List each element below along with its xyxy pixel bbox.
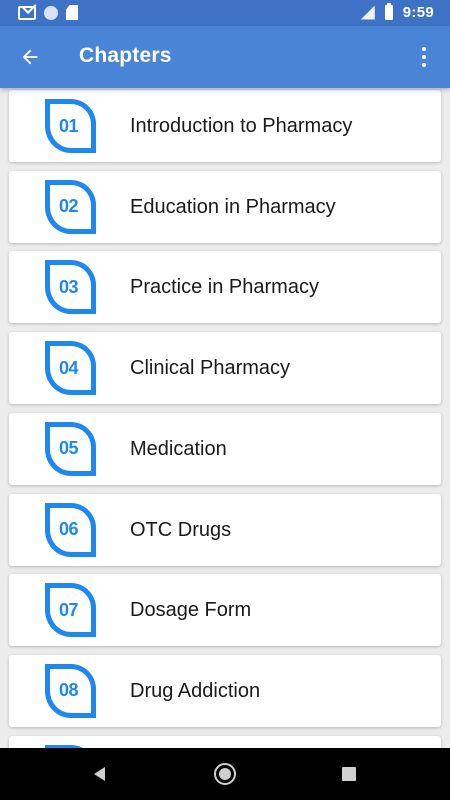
chapter-item[interactable]: 08 Drug Addiction (9, 654, 441, 727)
status-bar: 9:59 (0, 0, 450, 26)
chapter-number-badge-icon: 04 (45, 341, 96, 396)
chapter-title: Education in Pharmacy (130, 195, 336, 218)
chapter-title: Introduction to Pharmacy (130, 115, 353, 137)
battery-icon (384, 3, 393, 20)
nav-back-icon[interactable] (92, 766, 108, 782)
chapter-item[interactable]: 01 Introduction to Pharmacy (9, 90, 441, 162)
chapter-number-badge-icon: 07 (45, 583, 96, 638)
chapter-number-badge-icon: 05 (45, 421, 96, 476)
chapter-number-badge-icon: 08 (45, 663, 96, 718)
chapter-number-badge-icon: 03 (45, 260, 96, 315)
chapter-number: 05 (58, 438, 79, 459)
chapter-item[interactable]: 07 Dosage Form (9, 574, 441, 647)
chapter-number: 06 (58, 519, 79, 539)
status-time: 9:59 (402, 4, 434, 21)
more-options-button[interactable] (408, 41, 440, 73)
chapter-title: Dosage Form (130, 599, 252, 622)
chapter-title: Practice in Pharmacy (130, 276, 319, 299)
chapter-item[interactable]: 06 OTC Drugs (9, 493, 441, 566)
chapter-number: 02 (58, 196, 79, 217)
nav-recents-icon[interactable] (342, 767, 356, 781)
back-button[interactable] (14, 41, 46, 73)
chapter-item[interactable]: 03 Practice in Pharmacy (9, 251, 441, 324)
chapter-title: Drug Addiction (130, 679, 261, 702)
arrow-left-icon (22, 49, 38, 65)
chapter-number-badge-icon: 06 (45, 502, 96, 557)
chapter-list[interactable]: 01 Introduction to Pharmacy 02 Education in… (0, 88, 450, 748)
chapter-number: 01 (58, 115, 79, 136)
chapter-item[interactable]: 02 Education in Pharmacy (9, 170, 441, 243)
notification-dot-icon (44, 5, 58, 20)
chapter-item[interactable] (9, 735, 441, 748)
signal-icon (360, 5, 375, 20)
chapter-number: 03 (58, 276, 79, 297)
page-title: Chapters (79, 44, 172, 67)
nav-home-icon[interactable] (214, 763, 236, 785)
chapter-number-badge-icon: 02 (45, 179, 96, 234)
more-vertical-icon (422, 47, 426, 51)
chapter-number-badge-icon: 01 (45, 99, 96, 153)
chapter-title: Clinical Pharmacy (130, 357, 291, 380)
status-right-icons: 9:59 (360, 3, 434, 21)
chapter-title: OTC Drugs (130, 518, 232, 541)
chapter-item[interactable]: 04 Clinical Pharmacy (9, 332, 441, 405)
app-bar: Chapters (0, 26, 450, 88)
chapter-number: 08 (58, 680, 79, 701)
status-left-icons (18, 5, 78, 20)
chapter-number: 07 (58, 599, 79, 620)
gmail-icon (18, 5, 36, 20)
chapter-item[interactable]: 05 Medication (9, 412, 441, 485)
system-nav-bar (0, 748, 450, 800)
sd-card-icon (66, 5, 78, 20)
chapter-title: Medication (130, 437, 227, 460)
chapter-number: 04 (58, 357, 79, 378)
